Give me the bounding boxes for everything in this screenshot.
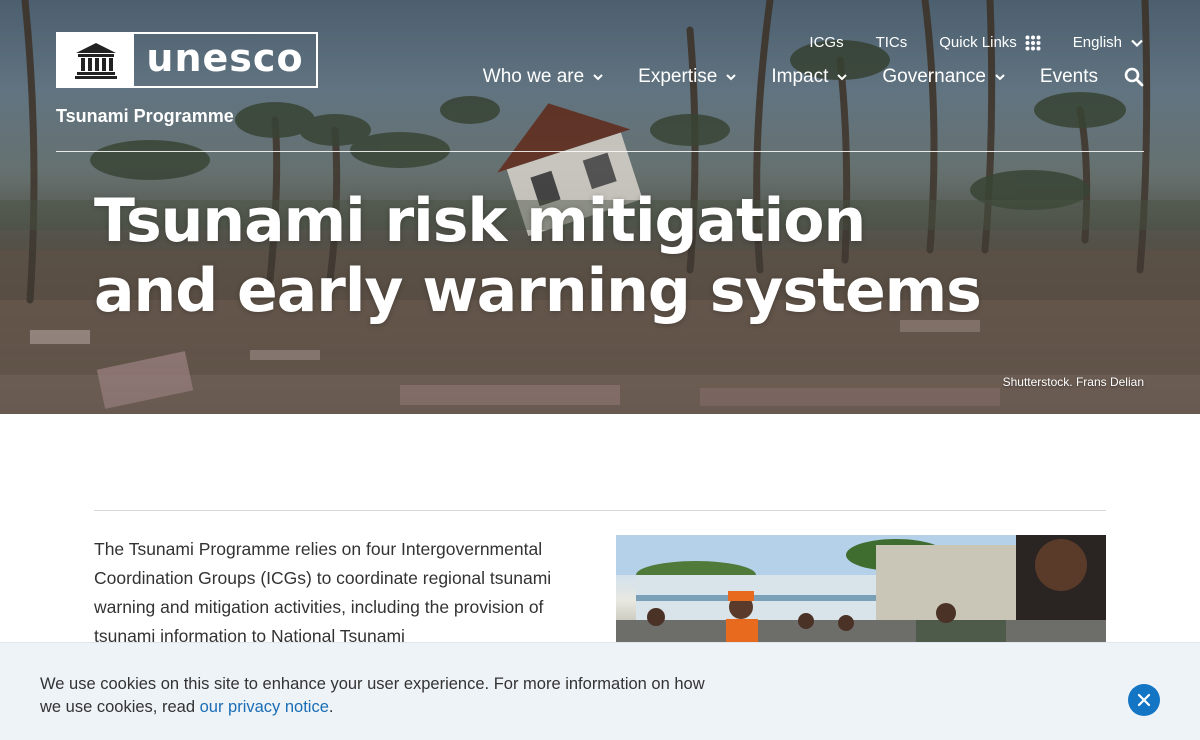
privacy-notice-link[interactable]: our privacy notice — [200, 698, 329, 716]
cookie-banner: We use cookies on this site to enhance y… — [0, 642, 1200, 740]
hero-banner: unesco Tsunami Programme ICGs TICs Quick… — [0, 0, 1200, 414]
chevron-down-icon — [837, 74, 848, 81]
nav-label: Governance — [882, 66, 986, 87]
nav-impact[interactable]: Impact — [771, 66, 848, 88]
main-nav: Who we are Expertise Impact Governance E… — [449, 66, 1144, 88]
cookie-message: We use cookies on this site to enhance y… — [40, 673, 720, 719]
nav-label: Impact — [771, 66, 829, 87]
intro-paragraph: The Tsunami Programme relies on four Int… — [94, 539, 552, 646]
cookie-text: We use cookies on this site to enhance y… — [40, 675, 705, 716]
nav-governance[interactable]: Governance — [882, 66, 1006, 88]
utility-nav: ICGs TICs Quick Links English — [777, 34, 1144, 51]
nav-divider — [56, 151, 1144, 152]
grid-icon — [1025, 35, 1041, 50]
cookie-text-end: . — [328, 698, 334, 716]
nav-label: Events — [1039, 66, 1098, 87]
close-icon — [1137, 693, 1151, 707]
chevron-down-icon — [1131, 39, 1143, 47]
logo-wordmark: unesco — [146, 36, 304, 80]
language-selector[interactable]: English — [1073, 34, 1144, 51]
util-link-label: ICGs — [809, 34, 844, 51]
chevron-down-icon — [593, 74, 603, 81]
nav-events[interactable]: Events — [1040, 66, 1098, 88]
programme-name[interactable]: Tsunami Programme — [56, 106, 234, 127]
nav-label: Expertise — [638, 66, 718, 87]
nav-expertise[interactable]: Expertise — [638, 66, 737, 88]
chevron-down-icon — [995, 74, 1005, 81]
unesco-logo[interactable]: unesco — [56, 32, 318, 88]
util-link-label: TICs — [875, 34, 908, 51]
unesco-temple-icon — [58, 34, 134, 86]
nav-label: Who we are — [482, 66, 585, 87]
util-link-icgs[interactable]: ICGs — [809, 34, 843, 51]
nav-who-we-are[interactable]: Who we are — [483, 66, 604, 88]
content-photo — [616, 535, 1106, 655]
page-title: Tsunami risk mitigation and early warnin… — [94, 186, 982, 326]
content-divider — [94, 510, 1106, 511]
util-link-tics[interactable]: TICs — [876, 34, 908, 51]
chevron-down-icon — [726, 74, 737, 81]
search-icon — [1124, 67, 1144, 87]
util-link-label: Quick Links — [939, 34, 1017, 51]
cookie-close-button[interactable] — [1128, 684, 1160, 716]
quick-links-button[interactable]: Quick Links — [939, 34, 1041, 51]
search-button[interactable] — [1124, 67, 1144, 87]
language-label: English — [1072, 34, 1122, 51]
image-credit: Shutterstock. Frans Delian — [1002, 375, 1144, 389]
